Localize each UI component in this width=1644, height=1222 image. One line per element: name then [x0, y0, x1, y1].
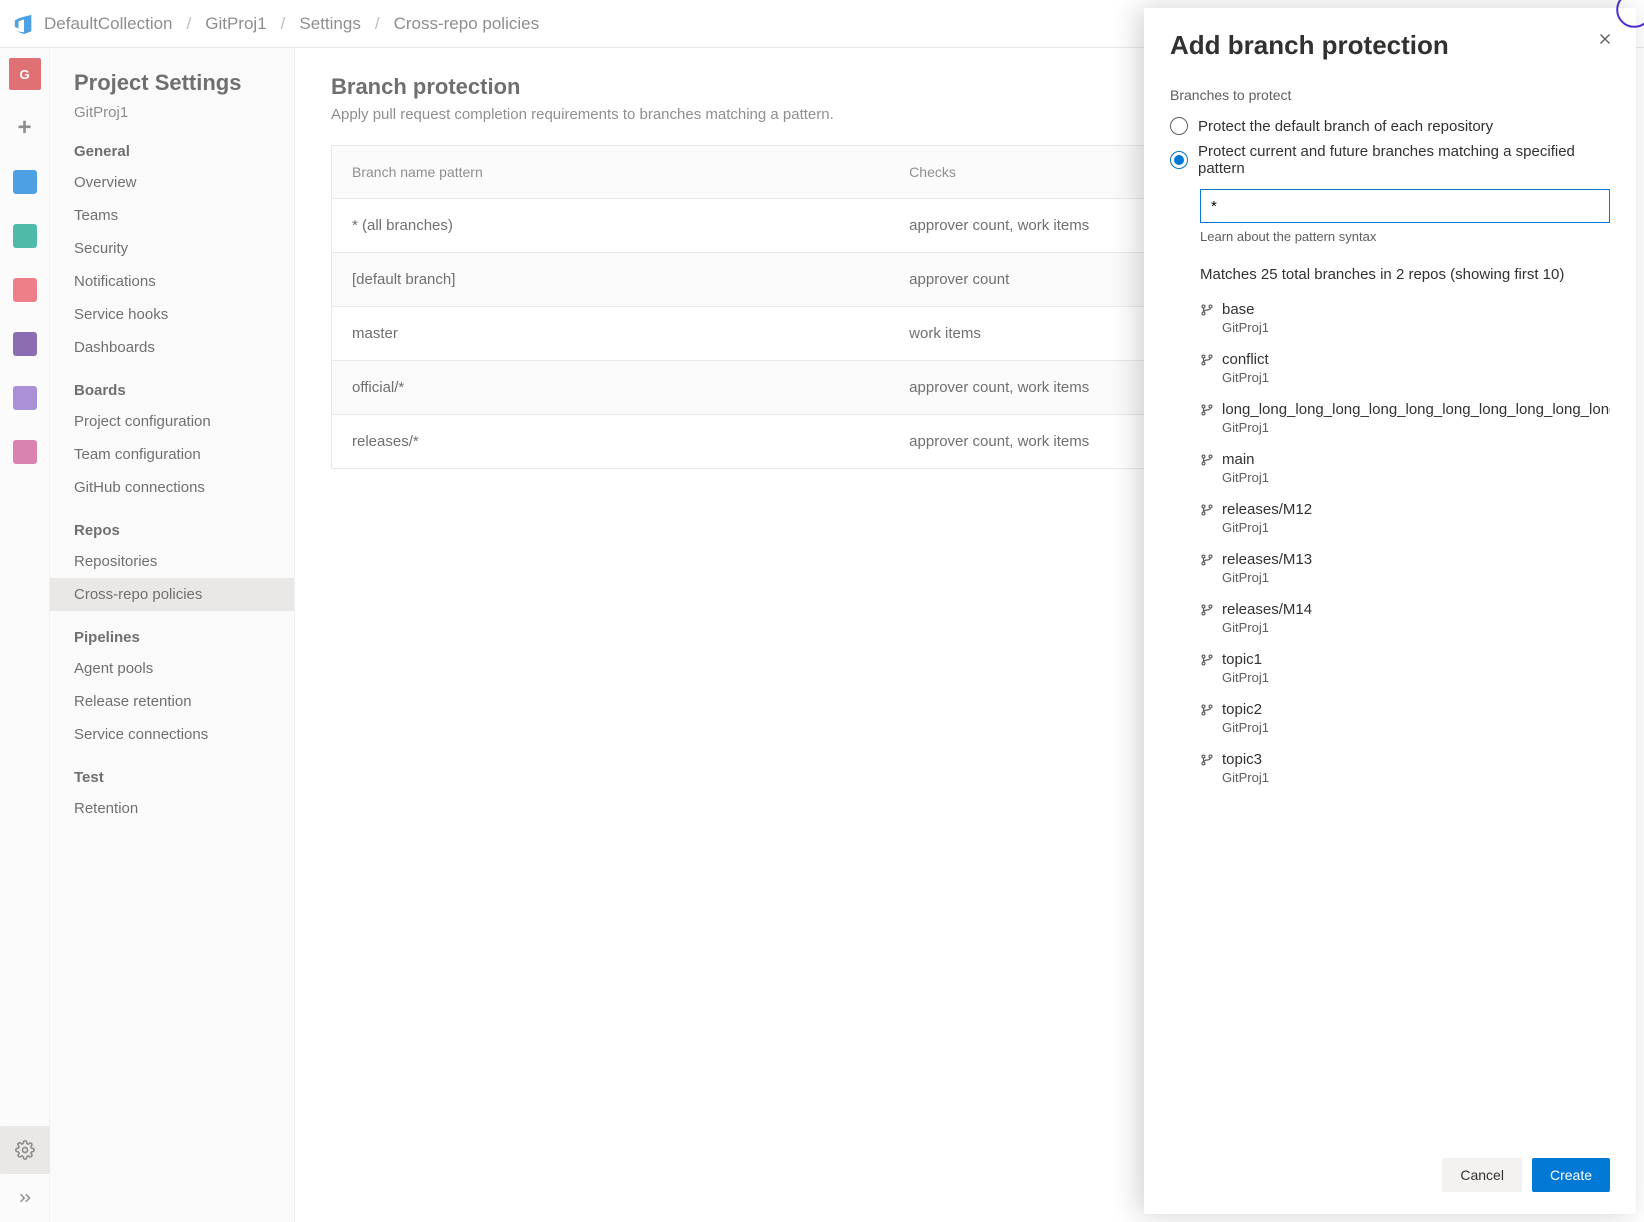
branch-repo: GitProj1 [1222, 620, 1610, 635]
user-avatar[interactable] [1616, 0, 1644, 28]
radio-icon [1170, 151, 1188, 169]
branch-name: releases/M14 [1222, 601, 1312, 618]
radio-protect-default[interactable]: Protect the default branch of each repos… [1170, 113, 1610, 139]
branch-name: topic3 [1222, 751, 1262, 768]
branch-match-item[interactable]: releases/M12 GitProj1 [1200, 493, 1610, 543]
branch-name: topic1 [1222, 651, 1262, 668]
branch-match-item[interactable]: conflict GitProj1 [1200, 343, 1610, 393]
branch-icon [1200, 553, 1214, 567]
flyout-title: Add branch protection [1170, 30, 1610, 61]
branch-name: main [1222, 451, 1255, 468]
branch-repo: GitProj1 [1222, 320, 1610, 335]
radio-protect-pattern[interactable]: Protect current and future branches matc… [1170, 139, 1610, 181]
branch-repo: GitProj1 [1222, 420, 1610, 435]
add-branch-protection-panel: Add branch protection Branches to protec… [1144, 8, 1636, 1214]
branch-icon [1200, 603, 1214, 617]
branch-name: conflict [1222, 351, 1269, 368]
branch-name: long_long_long_long_long_long_long_long_… [1222, 401, 1610, 418]
branch-match-item[interactable]: long_long_long_long_long_long_long_long_… [1200, 393, 1610, 443]
branch-pattern-input[interactable] [1200, 189, 1610, 223]
pattern-syntax-link[interactable]: Learn about the pattern syntax [1200, 229, 1610, 244]
matching-branches-list: base GitProj1 conflict GitProj1 long_long_lo… [1200, 293, 1610, 793]
branch-icon [1200, 753, 1214, 767]
branch-name: base [1222, 301, 1255, 318]
branch-match-item[interactable]: releases/M13 GitProj1 [1200, 543, 1610, 593]
branch-icon [1200, 653, 1214, 667]
radio-protect-default-label: Protect the default branch of each repos… [1198, 118, 1493, 135]
branch-icon [1200, 453, 1214, 467]
branch-match-item[interactable]: topic3 GitProj1 [1200, 743, 1610, 793]
branch-icon [1200, 703, 1214, 717]
branch-match-item[interactable]: topic2 GitProj1 [1200, 693, 1610, 743]
create-button[interactable]: Create [1532, 1158, 1610, 1192]
radio-protect-pattern-label: Protect current and future branches matc… [1198, 143, 1610, 177]
branch-icon [1200, 303, 1214, 317]
branch-repo: GitProj1 [1222, 570, 1610, 585]
branch-name: releases/M13 [1222, 551, 1312, 568]
branch-icon [1200, 353, 1214, 367]
radio-icon [1170, 117, 1188, 135]
cancel-button[interactable]: Cancel [1442, 1158, 1522, 1192]
branch-match-item[interactable]: base GitProj1 [1200, 293, 1610, 343]
branch-repo: GitProj1 [1222, 370, 1610, 385]
branch-repo: GitProj1 [1222, 770, 1610, 785]
branch-match-item[interactable]: topic1 GitProj1 [1200, 643, 1610, 693]
matches-summary: Matches 25 total branches in 2 repos (sh… [1200, 266, 1610, 283]
branch-match-item[interactable]: releases/M14 GitProj1 [1200, 593, 1610, 643]
branch-icon [1200, 503, 1214, 517]
branches-to-protect-label: Branches to protect [1170, 87, 1610, 103]
branch-name: topic2 [1222, 701, 1262, 718]
branch-name: releases/M12 [1222, 501, 1312, 518]
branch-repo: GitProj1 [1222, 470, 1610, 485]
branch-icon [1200, 403, 1214, 417]
branch-repo: GitProj1 [1222, 520, 1610, 535]
branch-match-item[interactable]: main GitProj1 [1200, 443, 1610, 493]
branch-repo: GitProj1 [1222, 720, 1610, 735]
branch-repo: GitProj1 [1222, 670, 1610, 685]
close-icon[interactable] [1596, 30, 1614, 51]
